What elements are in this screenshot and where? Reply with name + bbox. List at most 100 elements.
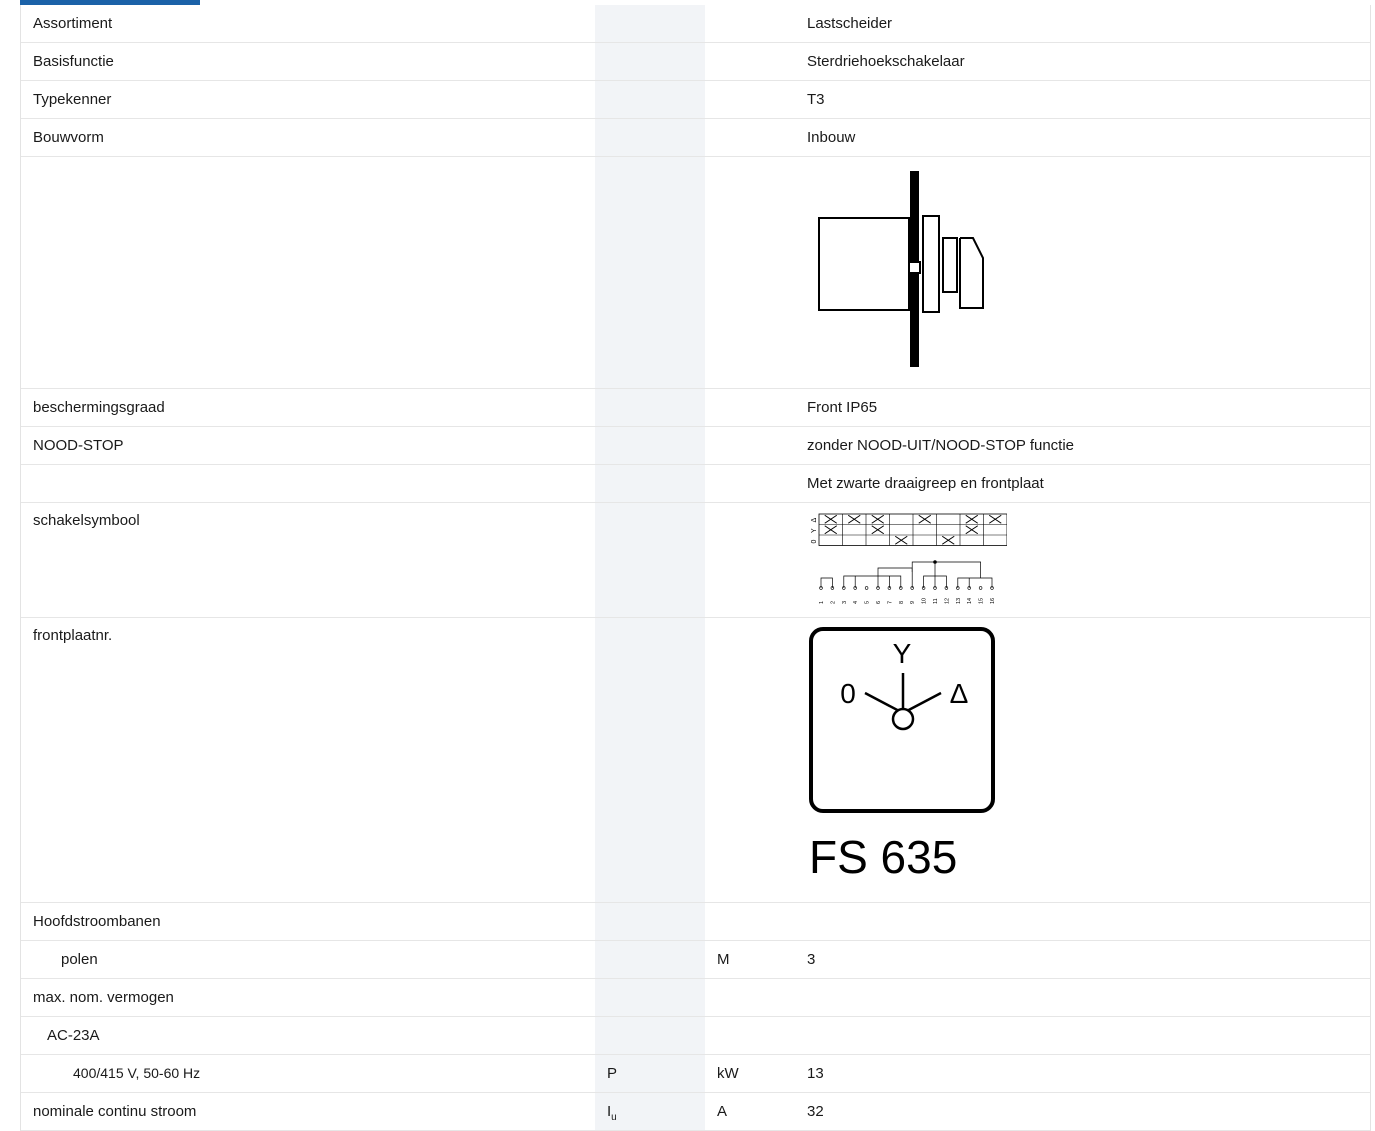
row-unit [705, 1017, 785, 1054]
row-label: max. nom. vermogen [33, 989, 174, 1006]
row-label: 400/415 V, 50-60 Hz [73, 1065, 201, 1081]
wiring-line [843, 575, 902, 588]
row-value [785, 903, 1370, 940]
row-label: polen [61, 951, 98, 968]
terminal-number: 3 [842, 601, 848, 604]
row-symbol: P [595, 1055, 705, 1092]
row-label [21, 465, 595, 502]
row-symbol [595, 941, 705, 978]
terminal-number: 5 [865, 601, 871, 604]
table-row: max. nom. vermogen [21, 979, 1370, 1017]
row-unit [705, 465, 785, 502]
row-unit: A [717, 1103, 728, 1120]
row-unit [705, 389, 785, 426]
switch-position-label: Y [811, 528, 818, 533]
row-unit [705, 81, 785, 118]
row-label: NOOD-STOP [33, 437, 124, 454]
row-unit [705, 43, 785, 80]
row-symbol [595, 81, 705, 118]
terminal-number: 11 [933, 598, 939, 604]
table-row: Hoofdstroombanen [21, 903, 1370, 941]
row-value: 13 [807, 1065, 824, 1082]
front-plate-label-delta: Δ [950, 678, 969, 709]
row-value: 3 [807, 951, 816, 968]
row-value [785, 157, 1370, 388]
row-value: 0 Y Δ FS 635 [785, 618, 1370, 902]
wiring-junction [933, 560, 937, 564]
switch-symbol-diagram-icon: 0YΔ1 2 3 4 5 6 7 8 9 10 11 12 13 14 15 16 [811, 513, 1007, 604]
terminal-number: 14 [967, 598, 973, 604]
row-label: Typekenner [33, 91, 112, 108]
row-value: zonder NOOD-UIT/NOOD-STOP functie [807, 437, 1075, 454]
row-symbol [595, 618, 705, 902]
table-row-switch-symbol: schakelsymbool 0 Y Δ 1 2 3 4 5 6 7 8 9 10 11 12 13 14 15 1… [21, 503, 1370, 618]
row-symbol [595, 503, 705, 617]
table-row: Typekenner T3 [21, 81, 1370, 119]
row-symbol [595, 903, 705, 940]
row-label: Hoofdstroombanen [33, 913, 161, 930]
row-symbol [595, 119, 705, 156]
terminal-dot [864, 586, 869, 590]
terminal-number: 9 [910, 601, 916, 604]
wiring-line [911, 561, 981, 578]
row-unit [705, 427, 785, 464]
row-label [21, 157, 595, 388]
terminal-number: 12 [944, 598, 950, 604]
terminal-number: 8 [899, 601, 905, 604]
row-value [785, 979, 1370, 1016]
table-row: Met zwarte draaigreep en frontplaat [21, 465, 1370, 503]
row-value: Sterdriehoekschakelaar [807, 53, 965, 70]
row-value: 0 Y Δ 1 2 3 4 5 6 7 8 9 10 11 12 13 14 15 16 [785, 503, 1370, 617]
front-plate-label-y: Y [893, 638, 912, 669]
row-unit: kW [717, 1065, 739, 1082]
row-unit [705, 618, 785, 902]
terminal-number: 4 [853, 601, 859, 604]
row-value: T3 [807, 91, 825, 108]
row-symbol [595, 389, 705, 426]
table-row: 400/415 V, 50-60 Hz P kW 13 [21, 1055, 1370, 1093]
row-label: AC-23A [47, 1027, 100, 1044]
wiring-line [877, 567, 913, 588]
row-value: 32 [807, 1103, 824, 1120]
row-unit [705, 903, 785, 940]
table-row: Bouwvorm Inbouw [21, 119, 1370, 157]
row-symbol [595, 465, 705, 502]
row-unit: M [717, 951, 730, 968]
table-row: beschermingsgraad Front IP65 [21, 389, 1370, 427]
row-value [785, 1017, 1370, 1054]
terminal-number: 13 [956, 598, 962, 604]
table-row: AC-23A [21, 1017, 1370, 1055]
row-label: Basisfunctie [33, 53, 114, 70]
switch-position-label: Δ [811, 518, 818, 523]
row-label: Assortiment [33, 15, 113, 32]
table-row: Basisfunctie Sterdriehoekschakelaar [21, 43, 1370, 81]
row-label: nominale continu stroom [33, 1103, 197, 1120]
row-value: Front IP65 [807, 399, 878, 416]
table-row-mounting-drawing [21, 157, 1370, 389]
row-symbol [595, 5, 705, 42]
row-unit [705, 119, 785, 156]
specifications-table: Assortiment Lastscheider Basisfunctie St… [20, 5, 1371, 1131]
terminal-number: 10 [922, 598, 928, 604]
table-row: NOOD-STOP zonder NOOD-UIT/NOOD-STOP func… [21, 427, 1370, 465]
row-label: schakelsymbool [33, 512, 140, 529]
row-symbol [595, 43, 705, 80]
front-plate-label-0: 0 [840, 678, 856, 709]
terminal-number: 2 [830, 601, 836, 604]
terminal-number: 1 [819, 601, 825, 604]
row-label: frontplaatnr. [33, 627, 113, 644]
terminal-number: 16 [990, 598, 996, 604]
row-symbol [595, 979, 705, 1016]
row-unit [705, 979, 785, 1016]
row-value: Lastscheider [807, 15, 893, 32]
row-symbol [595, 157, 705, 388]
wiring-line [957, 577, 993, 588]
row-value: Inbouw [807, 129, 856, 146]
terminal-number: 15 [979, 598, 985, 604]
front-plate-icon: 0 Y Δ FS 635 [809, 627, 995, 883]
row-label: Bouwvorm [33, 129, 104, 146]
table-row-front-plate: frontplaatnr. 0 Y Δ FS 635 [21, 618, 1370, 903]
row-unit [705, 503, 785, 617]
switch-position-label: 0 [811, 540, 818, 544]
table-row: Assortiment Lastscheider [21, 5, 1370, 43]
